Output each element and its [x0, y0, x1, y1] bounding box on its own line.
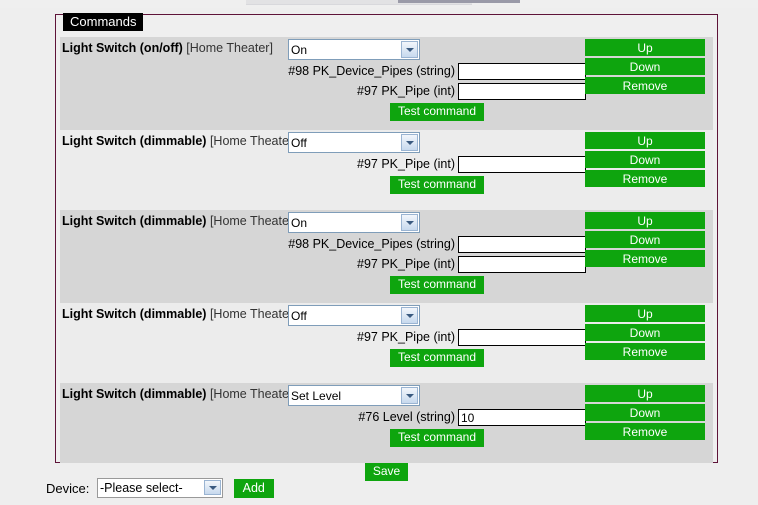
- test-command-button[interactable]: Test command: [389, 276, 485, 295]
- command-device-type: Light Switch (dimmable): [62, 214, 207, 228]
- command-block: Light Switch (dimmable) [Home Theater] On…: [60, 210, 713, 303]
- cut-off-widget-upper-right: [398, 0, 520, 3]
- command-parameter-input[interactable]: [458, 236, 586, 254]
- move-down-button[interactable]: Down: [585, 58, 705, 75]
- commands-legend: Commands: [63, 13, 144, 31]
- test-command-button[interactable]: Test command: [389, 349, 485, 368]
- command-select[interactable]: Off: [288, 132, 420, 153]
- command-body: On #98 PK_Device_Pipes (string) #97 PK_Pip…: [288, 39, 586, 124]
- command-select-shell[interactable]: Off: [288, 132, 420, 153]
- command-device-room: [Home Theater]: [209, 134, 297, 148]
- command-device-type: Light Switch (dimmable): [62, 307, 207, 321]
- command-body: Off #97 PK_Pipe (int) Test command: [288, 305, 586, 370]
- command-parameter-row: #98 PK_Device_Pipes (string): [288, 236, 586, 254]
- move-up-button[interactable]: Up: [585, 305, 705, 322]
- command-parameter-input[interactable]: [458, 156, 586, 174]
- command-order-controls: Up Down Remove: [585, 212, 705, 269]
- command-parameter-row: #97 PK_Pipe (int): [288, 256, 586, 274]
- command-body: Off #97 PK_Pipe (int) Test command: [288, 132, 586, 197]
- test-command-row: Test command: [288, 176, 586, 197]
- command-parameter-label: #97 PK_Pipe (int): [357, 330, 455, 344]
- command-device-label: Light Switch (dimmable) [Home Theater]: [62, 307, 297, 321]
- move-up-button[interactable]: Up: [585, 212, 705, 229]
- command-device-label: Light Switch (dimmable) [Home Theater]: [62, 134, 297, 148]
- test-command-row: Test command: [288, 429, 586, 450]
- command-select-shell[interactable]: On: [288, 39, 420, 60]
- command-parameter-input[interactable]: [458, 329, 586, 347]
- move-up-button[interactable]: Up: [585, 132, 705, 149]
- test-command-button[interactable]: Test command: [389, 429, 485, 448]
- commands-fieldset: Light Switch (on/off) [Home Theater] On #9…: [55, 14, 718, 481]
- move-down-button[interactable]: Down: [585, 231, 705, 248]
- command-block: Light Switch (dimmable) [Home Theater] Of…: [60, 130, 713, 210]
- test-command-button[interactable]: Test command: [389, 176, 485, 195]
- command-parameter-label: #76 Level (string): [358, 410, 455, 424]
- command-parameter-row: #97 PK_Pipe (int): [288, 83, 586, 101]
- device-add-bar: Device: -Please select- Add: [46, 478, 274, 499]
- command-parameter-row: #97 PK_Pipe (int): [288, 156, 586, 174]
- command-parameter-row: #76 Level (string): [288, 409, 586, 427]
- command-select-shell[interactable]: Off: [288, 305, 420, 326]
- command-order-controls: Up Down Remove: [585, 305, 705, 362]
- device-label: Device:: [46, 480, 90, 496]
- command-block: Light Switch (dimmable) [Home Theater] Se…: [60, 383, 713, 463]
- move-down-button[interactable]: Down: [585, 324, 705, 341]
- command-parameter-input[interactable]: [458, 256, 586, 274]
- test-command-row: Test command: [288, 103, 586, 124]
- move-down-button[interactable]: Down: [585, 404, 705, 421]
- command-select[interactable]: Set Level: [288, 385, 420, 406]
- command-block: Light Switch (dimmable) [Home Theater] Of…: [60, 303, 713, 383]
- command-parameter-label: #98 PK_Device_Pipes (string): [288, 237, 455, 251]
- command-order-controls: Up Down Remove: [585, 39, 705, 96]
- command-order-controls: Up Down Remove: [585, 132, 705, 189]
- move-up-button[interactable]: Up: [585, 385, 705, 402]
- command-parameter-input[interactable]: [458, 63, 586, 81]
- command-device-room: [Home Theater]: [209, 214, 297, 228]
- command-device-label: Light Switch (dimmable) [Home Theater]: [62, 214, 297, 228]
- device-select-shell[interactable]: -Please select-: [96, 478, 223, 498]
- command-parameter-input[interactable]: [458, 83, 586, 101]
- remove-command-button[interactable]: Remove: [585, 170, 705, 187]
- command-order-controls: Up Down Remove: [585, 385, 705, 442]
- command-parameter-row: #97 PK_Pipe (int): [288, 329, 586, 347]
- command-parameter-label: #97 PK_Pipe (int): [357, 84, 455, 99]
- command-device-label: Light Switch (dimmable) [Home Theater]: [62, 387, 297, 401]
- test-command-row: Test command: [288, 349, 586, 370]
- command-device-type: Light Switch (dimmable): [62, 387, 207, 401]
- command-device-room: [Home Theater]: [209, 387, 297, 401]
- remove-command-button[interactable]: Remove: [585, 423, 705, 440]
- test-command-row: Test command: [288, 276, 586, 297]
- command-select-shell[interactable]: Set Level: [288, 385, 420, 406]
- command-body: Set Level #76 Level (string) Test command: [288, 385, 586, 450]
- add-device-button[interactable]: Add: [233, 479, 274, 499]
- command-parameter-label: #98 PK_Device_Pipes (string): [288, 64, 455, 78]
- move-down-button[interactable]: Down: [585, 151, 705, 168]
- device-select[interactable]: -Please select-: [96, 478, 223, 498]
- remove-command-button[interactable]: Remove: [585, 77, 705, 94]
- command-parameter-label: #97 PK_Pipe (int): [357, 157, 455, 171]
- command-select[interactable]: Off: [288, 305, 420, 326]
- command-device-type: Light Switch (dimmable): [62, 134, 207, 148]
- command-parameter-row: #98 PK_Device_Pipes (string): [288, 63, 586, 81]
- command-select-shell[interactable]: On: [288, 212, 420, 233]
- test-command-button[interactable]: Test command: [389, 103, 485, 122]
- save-button[interactable]: Save: [364, 463, 409, 481]
- command-device-room: [Home Theater]: [209, 307, 297, 321]
- remove-command-button[interactable]: Remove: [585, 343, 705, 360]
- command-device-type: Light Switch (on/off): [62, 41, 183, 55]
- command-device-room: [Home Theater]: [186, 41, 273, 55]
- command-device-label: Light Switch (on/off) [Home Theater]: [62, 41, 273, 55]
- command-parameter-label: #97 PK_Pipe (int): [357, 257, 455, 272]
- command-parameter-input[interactable]: [458, 409, 586, 427]
- remove-command-button[interactable]: Remove: [585, 250, 705, 267]
- commands-list: Light Switch (on/off) [Home Theater] On #9…: [60, 37, 713, 481]
- command-body: On #98 PK_Device_Pipes (string) #97 PK_Pip…: [288, 212, 586, 297]
- command-block: Light Switch (on/off) [Home Theater] On #9…: [60, 37, 713, 130]
- move-up-button[interactable]: Up: [585, 39, 705, 56]
- command-select[interactable]: On: [288, 39, 420, 60]
- command-select[interactable]: On: [288, 212, 420, 233]
